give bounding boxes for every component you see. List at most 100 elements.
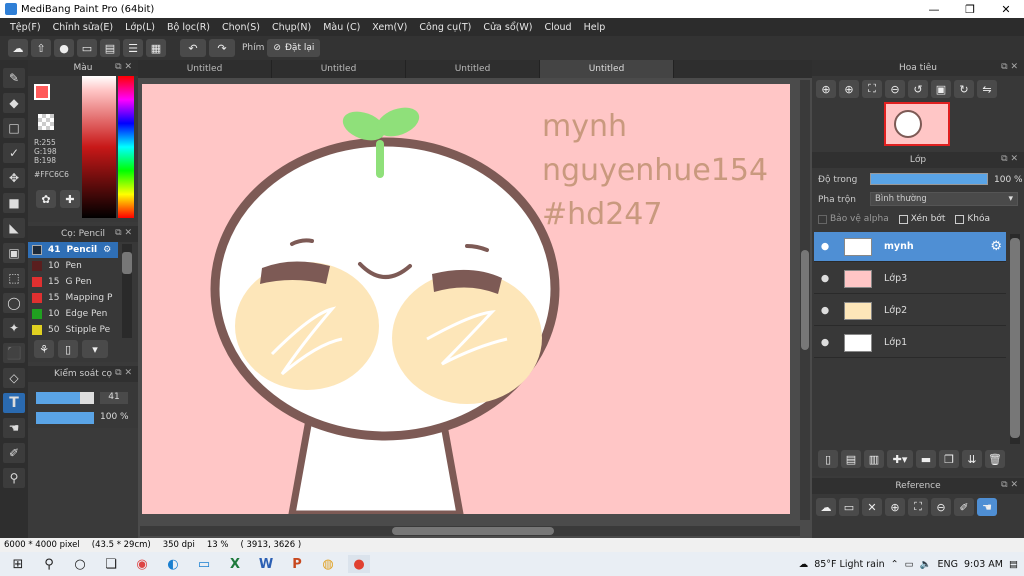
- tab-untitled-2[interactable]: Untitled: [272, 60, 406, 78]
- text-tool[interactable]: T: [3, 393, 25, 413]
- palette-add-button[interactable]: ✚: [60, 190, 80, 208]
- ref-hand-button[interactable]: ☚: [977, 498, 997, 516]
- layer-list-scrollbar[interactable]: [1010, 234, 1020, 444]
- ref-eyedropper-button[interactable]: ✐: [954, 498, 974, 516]
- visibility-icon[interactable]: ●: [818, 337, 832, 348]
- blend-mode-select[interactable]: Bình thường ▾: [870, 192, 1018, 206]
- delete-layer-button[interactable]: 🗑: [985, 450, 1005, 468]
- menu-edit[interactable]: Chỉnh sửa(E): [47, 22, 120, 33]
- close-button[interactable]: ✕: [988, 0, 1024, 18]
- canvas-horizontal-scrollbar[interactable]: [140, 526, 800, 536]
- hue-slider[interactable]: [118, 76, 134, 218]
- brush-add-button[interactable]: ⚘: [34, 340, 54, 358]
- lock-checkbox[interactable]: Khóa: [955, 214, 990, 224]
- layer-row[interactable]: ● Lớp1: [814, 328, 1006, 358]
- tab-untitled-1[interactable]: Untitled: [138, 60, 272, 78]
- canvas-vertical-scrollbar[interactable]: [800, 80, 810, 520]
- weather-text[interactable]: 85°F Light rain: [814, 559, 884, 570]
- horizontal-scroll-thumb[interactable]: [392, 527, 554, 535]
- hand-tool[interactable]: ☚: [3, 418, 25, 438]
- dropper-tool[interactable]: ⚲: [3, 468, 25, 488]
- menu-view[interactable]: Xem(V): [366, 22, 413, 33]
- shape-tool[interactable]: □: [3, 118, 25, 138]
- menu-tools[interactable]: Công cụ(T): [413, 22, 477, 33]
- brush-item[interactable]: 41 Pencil ⚙: [28, 242, 118, 258]
- flip-button[interactable]: ⇋: [977, 80, 997, 98]
- ref-fit-button[interactable]: ⛶: [908, 498, 928, 516]
- actual-size-button[interactable]: ▣: [931, 80, 951, 98]
- taskbar-app-3[interactable]: ▭: [193, 555, 215, 573]
- fill-rect-tool[interactable]: ■: [3, 193, 25, 213]
- ref-open-button[interactable]: ▭: [839, 498, 859, 516]
- volume-icon[interactable]: 🔈: [920, 559, 932, 570]
- ref-close-button[interactable]: ✕: [862, 498, 882, 516]
- comment-button[interactable]: ●: [54, 39, 74, 57]
- gradient-tool[interactable]: ▣: [3, 243, 25, 263]
- protect-alpha-checkbox[interactable]: Bảo vệ alpha: [818, 214, 889, 224]
- menu-cloud[interactable]: Cloud: [538, 22, 577, 33]
- cortana-button[interactable]: ○: [69, 555, 91, 573]
- menu-capture[interactable]: Chụp(N): [266, 22, 317, 33]
- palette-button[interactable]: ✿: [36, 190, 56, 208]
- visibility-icon[interactable]: ●: [818, 273, 832, 284]
- layer-row[interactable]: ● Lớp2: [814, 296, 1006, 326]
- ref-zoom-out-button[interactable]: ⊖: [931, 498, 951, 516]
- undock-icon[interactable]: ⧉ ✕: [115, 62, 132, 72]
- select-eraser-tool[interactable]: ◇: [3, 368, 25, 388]
- visibility-icon[interactable]: ●: [818, 241, 832, 252]
- eyedropper-tool[interactable]: ✐: [3, 443, 25, 463]
- menu-layer[interactable]: Lớp(L): [119, 22, 161, 33]
- brush-list-scrollbar[interactable]: [122, 244, 132, 338]
- move-tool[interactable]: ✥: [3, 168, 25, 188]
- list-button[interactable]: ☰: [123, 39, 143, 57]
- add-layer-menu-button[interactable]: ✚▾: [887, 450, 913, 468]
- select-pen-tool[interactable]: ⬛: [3, 343, 25, 363]
- folder-button[interactable]: ▬: [916, 450, 936, 468]
- menu-color[interactable]: Màu (C): [317, 22, 366, 33]
- maximize-button[interactable]: ❐: [952, 0, 988, 18]
- taskbar-app-1[interactable]: ◉: [131, 555, 153, 573]
- layer-row[interactable]: ● Lớp3: [814, 264, 1006, 294]
- brush-item[interactable]: 15 Mapping P: [28, 290, 118, 306]
- eraser-tool[interactable]: ◆: [3, 93, 25, 113]
- menu-window[interactable]: Cửa sổ(W): [477, 22, 538, 33]
- navigator-preview[interactable]: [884, 102, 950, 146]
- gear-icon[interactable]: ⚙: [103, 245, 111, 255]
- transparent-swatch[interactable]: [38, 114, 54, 130]
- undock-icon[interactable]: ⧉ ✕: [1001, 62, 1018, 72]
- select-rect-tool[interactable]: ⬚: [3, 268, 25, 288]
- merge-layer-button[interactable]: ⇊: [962, 450, 982, 468]
- new-halftone-layer-button[interactable]: ▤: [841, 450, 861, 468]
- redo-button[interactable]: ↷: [209, 39, 235, 57]
- menu-filter[interactable]: Bộ lọc(R): [161, 22, 216, 33]
- taskbar-excel[interactable]: X: [224, 555, 246, 573]
- fit-button[interactable]: ⛶: [862, 80, 882, 98]
- brush-size-slider[interactable]: [36, 392, 94, 404]
- brush-item[interactable]: 10 Edge Pen: [28, 306, 118, 322]
- undock-icon[interactable]: ⧉ ✕: [1001, 480, 1018, 490]
- menu-help[interactable]: Help: [578, 22, 612, 33]
- start-button[interactable]: ⊞: [7, 555, 29, 573]
- visibility-icon[interactable]: ●: [818, 305, 832, 316]
- taskbar-chrome[interactable]: ◍: [317, 555, 339, 573]
- vertical-scroll-thumb[interactable]: [801, 250, 809, 350]
- ref-cloud-button[interactable]: ☁: [816, 498, 836, 516]
- clock[interactable]: 9:03 AM: [964, 559, 1003, 570]
- clip-checkbox[interactable]: Xén bớt: [898, 214, 945, 224]
- gear-icon[interactable]: ⚙: [990, 239, 1002, 254]
- menu-select[interactable]: Chọn(S): [216, 22, 266, 33]
- menu-file[interactable]: Tệp(F): [4, 22, 47, 33]
- undock-icon[interactable]: ⧉ ✕: [115, 228, 132, 238]
- canvas-area[interactable]: mynh nguyenhue154 #hd247: [138, 78, 812, 538]
- primary-color-swatch[interactable]: [34, 84, 50, 100]
- network-icon[interactable]: ▭: [905, 559, 914, 570]
- zoom-in-button[interactable]: ⊕: [816, 80, 836, 98]
- brush-menu-button[interactable]: ▾: [82, 340, 108, 358]
- layer-row[interactable]: ● mynh ⚙: [814, 232, 1006, 262]
- canvas[interactable]: mynh nguyenhue154 #hd247: [142, 84, 790, 514]
- undock-icon[interactable]: ⧉ ✕: [1001, 154, 1018, 164]
- chat-button[interactable]: ▭: [77, 39, 97, 57]
- duplicate-layer-button[interactable]: ❐: [939, 450, 959, 468]
- brush-item[interactable]: 15 G Pen: [28, 274, 118, 290]
- magic-wand-tool[interactable]: ✦: [3, 318, 25, 338]
